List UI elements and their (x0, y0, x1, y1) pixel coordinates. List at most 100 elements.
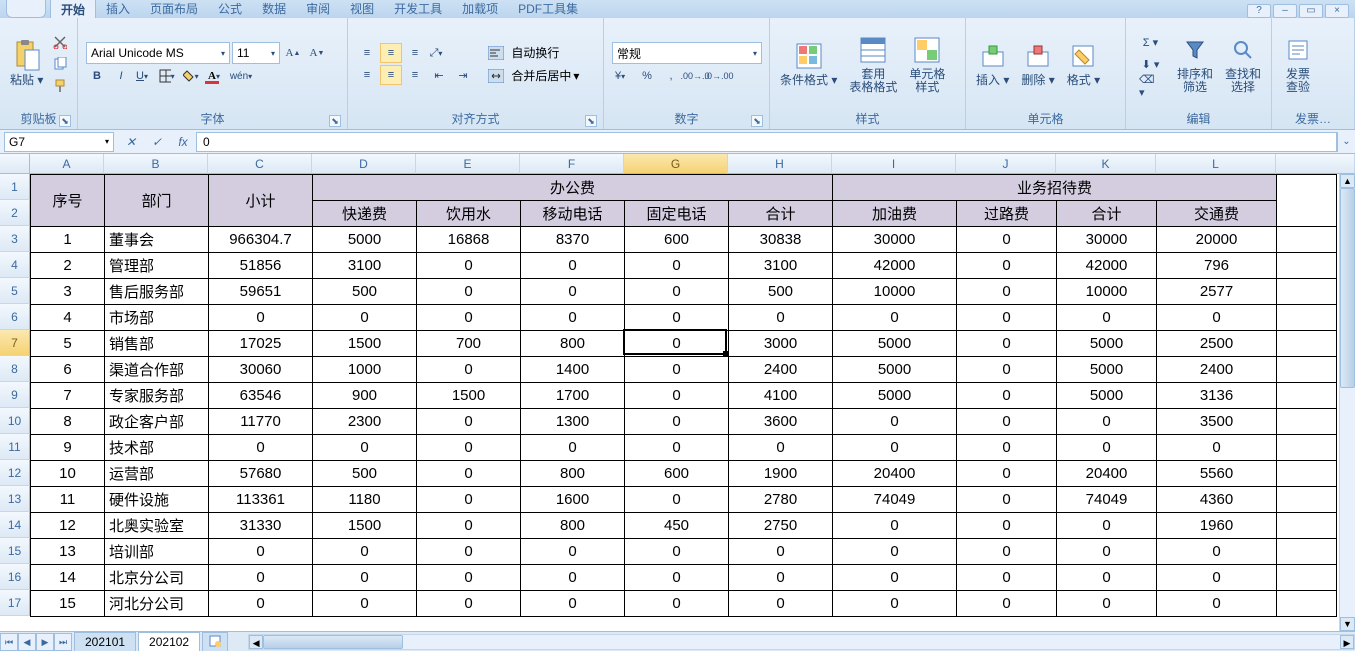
cell[interactable]: 0 (417, 279, 521, 305)
cell[interactable]: 0 (1057, 409, 1157, 435)
cell[interactable]: 固定电话 (625, 201, 729, 227)
cell[interactable]: 2500 (1157, 331, 1277, 357)
cell[interactable]: 0 (957, 253, 1057, 279)
font-color-button[interactable]: A▾ (206, 66, 228, 86)
cell[interactable]: 0 (417, 435, 521, 461)
cell[interactable]: 1300 (521, 409, 625, 435)
cell[interactable]: 0 (833, 591, 957, 617)
cell[interactable]: 30000 (833, 227, 957, 253)
cell[interactable]: 0 (313, 539, 417, 565)
cell[interactable]: 0 (417, 357, 521, 383)
cell[interactable]: 59651 (209, 279, 313, 305)
worksheet-grid[interactable]: ABCDEFGHIJKL 1234567891011121314151617 序… (0, 154, 1355, 631)
cell[interactable]: 0 (417, 305, 521, 331)
sheet-tab-202102[interactable]: 202102 (138, 632, 200, 651)
cell[interactable]: 0 (1057, 513, 1157, 539)
cell[interactable]: 0 (625, 487, 729, 513)
cell[interactable]: 113361 (209, 487, 313, 513)
cell[interactable]: 1500 (313, 331, 417, 357)
cell[interactable]: 600 (625, 461, 729, 487)
cell[interactable]: 0 (957, 565, 1057, 591)
merge-center-button[interactable]: 合并后居中 ▾ (482, 65, 585, 86)
ribbon-tab-7[interactable]: 开发工具 (384, 0, 452, 18)
cell[interactable]: 0 (729, 591, 833, 617)
column-header-extra[interactable] (1276, 154, 1355, 174)
cell[interactable]: 74049 (1057, 487, 1157, 513)
cell[interactable]: 14 (31, 565, 105, 591)
cell[interactable]: 0 (957, 539, 1057, 565)
cell[interactable]: 0 (729, 305, 833, 331)
cell[interactable]: 1900 (729, 461, 833, 487)
cell[interactable]: 1600 (521, 487, 625, 513)
cell[interactable]: 0 (521, 435, 625, 461)
borders-button[interactable]: ▾ (158, 66, 180, 86)
cell[interactable] (1277, 253, 1337, 279)
cell[interactable]: 0 (313, 305, 417, 331)
phonetic-button[interactable]: wén▾ (230, 66, 252, 86)
cell[interactable]: 4 (31, 305, 105, 331)
cell[interactable]: 运营部 (105, 461, 209, 487)
cell[interactable]: 0 (417, 461, 521, 487)
cell[interactable]: 800 (521, 513, 625, 539)
cell[interactable]: 5 (31, 331, 105, 357)
cell[interactable]: 8370 (521, 227, 625, 253)
cell[interactable]: 0 (957, 409, 1057, 435)
italic-button[interactable]: I (110, 66, 132, 86)
cell[interactable] (1277, 461, 1337, 487)
cell[interactable]: 0 (625, 591, 729, 617)
cell[interactable]: 2400 (729, 357, 833, 383)
cell[interactable]: 63546 (209, 383, 313, 409)
office-button[interactable] (6, 0, 46, 18)
restore-window-icon[interactable]: ▭ (1299, 4, 1323, 18)
cell[interactable]: 6 (31, 357, 105, 383)
cell[interactable]: 0 (833, 435, 957, 461)
cell[interactable]: 合计 (1057, 201, 1157, 227)
scroll-up-icon[interactable]: ▲ (1340, 174, 1355, 188)
cell[interactable]: 市场部 (105, 305, 209, 331)
cell[interactable]: 2577 (1157, 279, 1277, 305)
sort-filter-button[interactable]: 排序和 筛选 (1171, 32, 1219, 96)
underline-button[interactable]: U▾ (134, 66, 156, 86)
cell[interactable] (1277, 409, 1337, 435)
cell[interactable]: 3600 (729, 409, 833, 435)
bold-button[interactable]: B (86, 66, 108, 86)
column-header-B[interactable]: B (104, 154, 208, 174)
increase-decimal-button[interactable]: .00→.0 (684, 66, 706, 86)
find-select-button[interactable]: 查找和 选择 (1219, 32, 1267, 96)
cell[interactable]: 0 (1057, 539, 1157, 565)
cell[interactable]: 30060 (209, 357, 313, 383)
cell[interactable]: 北京分公司 (105, 565, 209, 591)
row-header-12[interactable]: 12 (0, 460, 30, 486)
cell[interactable]: 4100 (729, 383, 833, 409)
cell[interactable]: 1400 (521, 357, 625, 383)
cell[interactable]: 600 (625, 227, 729, 253)
column-header-K[interactable]: K (1056, 154, 1156, 174)
cell[interactable]: 0 (1057, 435, 1157, 461)
cell[interactable]: 政企客户部 (105, 409, 209, 435)
cell[interactable]: 17025 (209, 331, 313, 357)
row-header-1[interactable]: 1 (0, 174, 30, 200)
close-window-icon[interactable]: × (1325, 4, 1349, 18)
cell[interactable]: 31330 (209, 513, 313, 539)
cell[interactable]: 0 (417, 253, 521, 279)
cell[interactable]: 5000 (1057, 383, 1157, 409)
cell[interactable]: 0 (833, 513, 957, 539)
cell[interactable]: 销售部 (105, 331, 209, 357)
increase-indent-button[interactable]: ⇥ (452, 65, 474, 85)
cell[interactable]: 0 (417, 487, 521, 513)
cell[interactable]: 800 (521, 461, 625, 487)
cell[interactable]: 3100 (313, 253, 417, 279)
cell[interactable]: 0 (625, 383, 729, 409)
cell[interactable]: 9 (31, 435, 105, 461)
cell[interactable]: 0 (1157, 565, 1277, 591)
cell[interactable]: 0 (1157, 591, 1277, 617)
cell[interactable]: 交通费 (1157, 201, 1277, 227)
column-header-H[interactable]: H (728, 154, 832, 174)
cell[interactable]: 0 (625, 305, 729, 331)
decrease-font-button[interactable]: A▼ (306, 43, 328, 63)
cell[interactable]: 51856 (209, 253, 313, 279)
cell[interactable]: 10000 (1057, 279, 1157, 305)
cell[interactable]: 2300 (313, 409, 417, 435)
new-sheet-button[interactable] (202, 632, 228, 651)
cell[interactable]: 河北分公司 (105, 591, 209, 617)
